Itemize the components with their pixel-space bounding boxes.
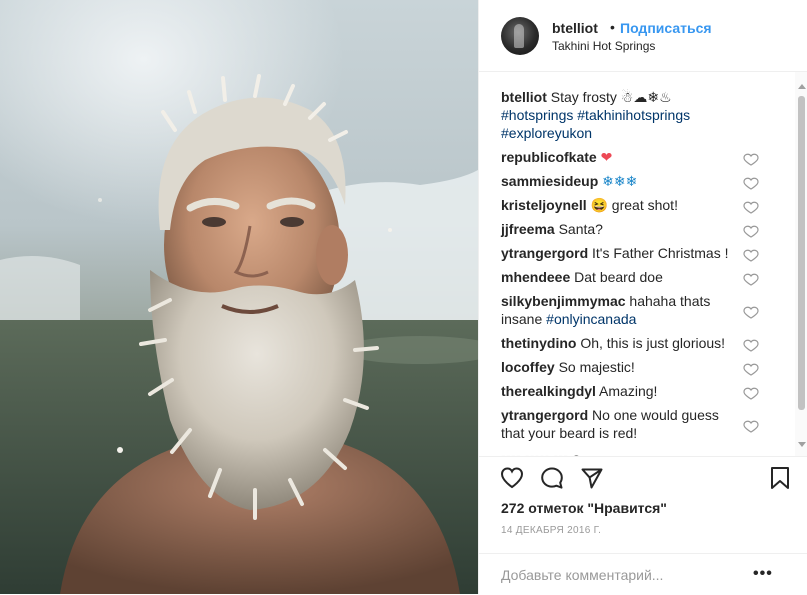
comment-text: 😆 great shot! [590, 197, 678, 213]
red-heart-emoji: ❤ [600, 149, 613, 165]
share-arrow-icon[interactable] [579, 465, 605, 491]
heart-outline-icon[interactable] [499, 465, 525, 491]
comment-username[interactable]: kristeljoynell [501, 197, 587, 213]
comment-text: that your beard is red! [501, 425, 638, 441]
comment-text: It's Father Christmas ! [592, 245, 729, 261]
photo-illustration [0, 74, 478, 594]
comment-username[interactable]: ytrangergord [501, 245, 588, 261]
header-username[interactable]: btelliot [552, 20, 598, 36]
avatar[interactable] [501, 17, 539, 55]
list-item: republicofkate ❤ [501, 148, 731, 166]
comment-username[interactable]: ytrangergord [501, 407, 588, 423]
list-item: locoffey So majestic! [501, 358, 731, 376]
caption: btelliot Stay frosty ☃☁❄♨ #hotsprings #t… [501, 88, 741, 142]
caption-text: Stay frosty ☃☁❄♨ [550, 89, 672, 105]
instagram-post: btelliot • Подписаться Takhini Hot Sprin… [0, 0, 807, 594]
add-comment-bar: ••• [479, 553, 807, 595]
caption-hashtag-exploreyukon[interactable]: #exploreyukon [501, 125, 592, 141]
follow-button[interactable]: Подписаться [620, 20, 712, 36]
likes-count[interactable]: 272 отметок "Нравится" [501, 500, 667, 516]
comment-text: No one would guess [592, 407, 719, 423]
list-item: sammiesideup ❄❄❄ [501, 172, 731, 190]
comment-text: Amazing! [599, 383, 658, 399]
location-link[interactable]: Takhini Hot Springs [552, 39, 655, 53]
list-item: thetinydino Oh, this is just glorious! [501, 334, 731, 352]
list-item: ytrangergord No one would guess that you… [501, 406, 731, 442]
post-side-panel: btelliot • Подписаться Takhini Hot Sprin… [478, 0, 807, 594]
list-item: silkybenjimmymac hahaha thats insane #on… [501, 292, 731, 328]
post-header: btelliot • Подписаться Takhini Hot Sprin… [479, 0, 807, 72]
comment-text: Oh, this is just glorious! [580, 335, 726, 351]
comment-text: hahaha thats [629, 293, 711, 309]
comment-text: Dat beard doe [574, 269, 663, 285]
bookmark-icon[interactable] [769, 465, 791, 491]
list-item: therealkingdyl Amazing! [501, 382, 731, 400]
list-item-partial: ▪▪▪▪ ▪▪▪▪▪ ▪▪▪ ● [501, 448, 731, 456]
list-item: kristeljoynell 😆 great shot! [501, 196, 731, 214]
post-date[interactable]: 14 ДЕКАБРЯ 2016 Г. [501, 525, 601, 536]
comment-text: So majestic! [558, 359, 635, 375]
list-item: jjfreema Santa? [501, 220, 731, 238]
comment-hashtag[interactable]: #onlyincanada [546, 311, 636, 327]
comment-username[interactable]: silkybenjimmymac [501, 293, 626, 309]
snowflake-emoji: ❄❄❄ [602, 173, 638, 189]
comment-username[interactable]: mhendeee [501, 269, 570, 285]
list-item: mhendeee Dat beard doe [501, 268, 731, 286]
comment-username[interactable]: republicofkate [501, 149, 597, 165]
comment-username[interactable]: thetinydino [501, 335, 576, 351]
scrollbar-thumb[interactable] [798, 96, 805, 410]
caption-username[interactable]: btelliot [501, 89, 547, 105]
more-options-icon[interactable]: ••• [753, 565, 773, 583]
partial-comment-placeholder: ▪▪▪▪ ▪▪▪▪▪ ▪▪▪ ● [501, 449, 581, 456]
comment-username[interactable]: locoffey [501, 359, 555, 375]
add-comment-input[interactable] [501, 564, 771, 586]
comments-list[interactable]: btelliot Stay frosty ☃☁❄♨ #hotsprings #t… [479, 72, 807, 456]
caption-hashtags[interactable]: #hotsprings #takhinihotsprings [501, 107, 690, 123]
comment-text: insane [501, 311, 543, 327]
comments-scrollbar[interactable] [795, 72, 807, 456]
comment-username[interactable]: sammiesideup [501, 173, 598, 189]
scroll-up-arrow-icon[interactable] [798, 84, 806, 89]
post-actions: 272 отметок "Нравится" 14 ДЕКАБРЯ 2016 Г… [479, 456, 807, 594]
comment-username[interactable]: jjfreema [501, 221, 555, 237]
header-separator: • [610, 19, 615, 35]
speech-bubble-icon[interactable] [539, 465, 565, 491]
post-photo[interactable] [0, 0, 478, 594]
comment-text: Santa? [558, 221, 603, 237]
scroll-down-arrow-icon[interactable] [798, 442, 806, 447]
comment-username[interactable]: therealkingdyl [501, 383, 596, 399]
list-item: ytrangergord It's Father Christmas ! [501, 244, 731, 262]
